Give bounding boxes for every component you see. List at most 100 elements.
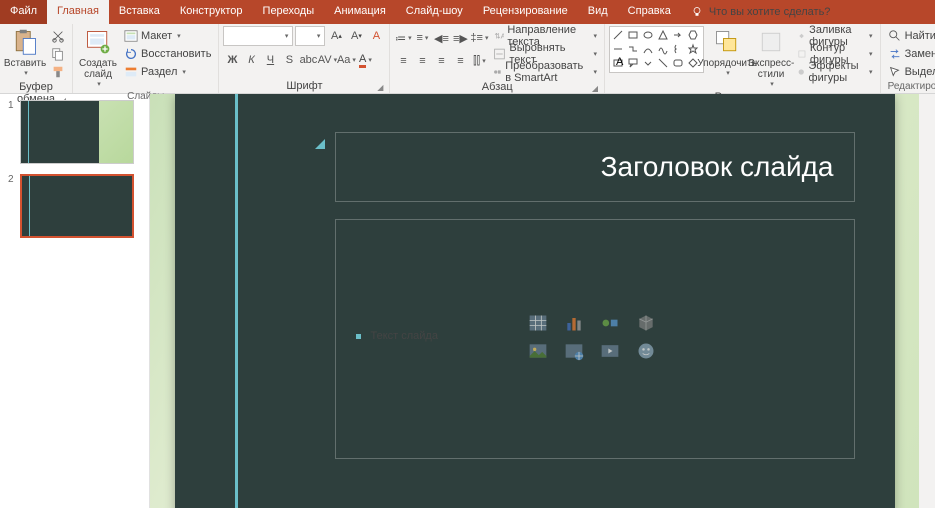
quick-styles-button[interactable]: Экспресс- стили▾ bbox=[750, 26, 792, 90]
slide-thumbnail-2[interactable] bbox=[20, 174, 134, 238]
group-paragraph: ≔▾ ≡▾ ◀≡ ≡▶ ‡≡▾ ≡ ≡ ≡ ≡ ⫿⫿▾ ⇅AНаправлени… bbox=[390, 24, 605, 93]
bold-button[interactable]: Ж bbox=[223, 51, 241, 69]
shadow-button[interactable]: abc bbox=[299, 51, 317, 69]
select-icon bbox=[888, 65, 902, 79]
slide-thumbnail-1[interactable] bbox=[20, 100, 134, 164]
workspace: 1 2 Заголовок слайда Текст слайда bbox=[0, 94, 935, 508]
align-right-button[interactable]: ≡ bbox=[432, 52, 450, 70]
change-case-button[interactable]: Aa▾ bbox=[337, 51, 355, 69]
tab-animations[interactable]: Анимация bbox=[324, 0, 396, 24]
tab-help[interactable]: Справка bbox=[618, 0, 681, 24]
accent-line bbox=[235, 94, 238, 508]
columns-button[interactable]: ⫿⫿▾ bbox=[470, 52, 488, 70]
justify-button[interactable]: ≡ bbox=[451, 52, 469, 70]
smartart-button[interactable]: Преобразовать в SmartArt▾ bbox=[490, 64, 600, 80]
paste-button[interactable]: Вставить▾ bbox=[4, 26, 46, 79]
section-icon bbox=[124, 65, 138, 79]
clear-format-button[interactable]: A bbox=[367, 27, 385, 45]
title-text: Заголовок слайда bbox=[601, 151, 834, 183]
layout-icon bbox=[124, 29, 138, 43]
reset-icon bbox=[124, 47, 138, 61]
replace-button[interactable]: Заменить▾ bbox=[885, 46, 935, 62]
shape-oval-icon bbox=[642, 29, 654, 41]
dialog-launcher-icon[interactable]: ◢ bbox=[592, 84, 598, 93]
decrease-font-button[interactable]: A▾ bbox=[347, 27, 365, 45]
svg-text:A: A bbox=[616, 57, 624, 68]
font-color-button[interactable]: A▾ bbox=[356, 51, 374, 69]
section-button[interactable]: Раздел▾ bbox=[121, 64, 214, 80]
line-spacing-button[interactable]: ‡≡▾ bbox=[470, 29, 488, 47]
quick-styles-icon bbox=[757, 28, 785, 56]
copy-button[interactable] bbox=[48, 46, 68, 62]
tab-slideshow[interactable]: Слайд-шоу bbox=[396, 0, 473, 24]
paste-icon bbox=[11, 28, 39, 56]
shape-freeform-icon bbox=[657, 43, 669, 55]
char-spacing-button[interactable]: AV▾ bbox=[318, 51, 336, 69]
slide-editor[interactable]: Заголовок слайда Текст слайда bbox=[150, 94, 919, 508]
new-slide-icon bbox=[84, 28, 112, 56]
find-button[interactable]: Найти bbox=[885, 28, 935, 44]
ribbon: Вставить▾ Буфер обмена◢ Создать слайд▾ М… bbox=[0, 24, 935, 94]
arrange-button[interactable]: Упорядочить▾ bbox=[706, 26, 748, 79]
decrease-indent-button[interactable]: ◀≡ bbox=[432, 29, 450, 47]
cut-button[interactable] bbox=[48, 28, 68, 44]
increase-font-button[interactable]: A▴ bbox=[327, 27, 345, 45]
align-text-icon bbox=[493, 47, 506, 61]
content-insert-icons bbox=[527, 313, 663, 365]
insert-picture-icon[interactable] bbox=[527, 341, 549, 361]
group-font: ▾ ▾ A▴ A▾ A Ж К Ч S abc AV▾ Aa▾ A▾ Шрифт… bbox=[219, 24, 390, 93]
shape-more-icon bbox=[642, 57, 654, 69]
replace-icon bbox=[888, 47, 902, 61]
shape-line3-icon bbox=[657, 57, 669, 69]
title-placeholder[interactable]: Заголовок слайда bbox=[335, 132, 855, 202]
group-clipboard: Вставить▾ Буфер обмена◢ bbox=[0, 24, 73, 93]
underline-button[interactable]: Ч bbox=[261, 51, 279, 69]
svg-text:⇅A: ⇅A bbox=[495, 32, 505, 41]
increase-indent-button[interactable]: ≡▶ bbox=[451, 29, 469, 47]
group-slides: Создать слайд▾ Макет▾ Восстановить Разде… bbox=[73, 24, 219, 93]
font-size-combo[interactable]: ▾ bbox=[295, 26, 325, 46]
corner-mark-icon bbox=[315, 139, 325, 149]
effects-icon bbox=[797, 65, 805, 79]
italic-button[interactable]: К bbox=[242, 51, 260, 69]
tell-me-search[interactable]: Что вы хотите сделать? bbox=[691, 0, 831, 24]
select-button[interactable]: Выделить▾ bbox=[885, 64, 935, 80]
tab-insert[interactable]: Вставка bbox=[109, 0, 170, 24]
layout-button[interactable]: Макет▾ bbox=[121, 28, 214, 44]
insert-icon-icon[interactable] bbox=[635, 341, 657, 361]
insert-table-icon[interactable] bbox=[527, 313, 549, 333]
insert-smartart-icon[interactable] bbox=[599, 313, 621, 333]
dialog-launcher-icon[interactable]: ◢ bbox=[377, 83, 383, 92]
insert-online-picture-icon[interactable] bbox=[563, 341, 585, 361]
group-label-paragraph: Абзац◢ bbox=[394, 80, 600, 94]
slide-canvas[interactable]: Заголовок слайда Текст слайда bbox=[175, 94, 895, 508]
strikethrough-button[interactable]: S bbox=[280, 51, 298, 69]
format-painter-button[interactable] bbox=[48, 64, 68, 80]
tab-review[interactable]: Рецензирование bbox=[473, 0, 578, 24]
fill-icon bbox=[797, 29, 806, 43]
group-editing: Найти Заменить▾ Выделить▾ Редактирование bbox=[881, 24, 935, 93]
arrange-icon bbox=[713, 28, 741, 56]
reset-button[interactable]: Восстановить bbox=[121, 46, 214, 62]
font-name-combo[interactable]: ▾ bbox=[223, 26, 293, 46]
cut-icon bbox=[51, 29, 65, 43]
align-center-button[interactable]: ≡ bbox=[413, 52, 431, 70]
shape-effects-button[interactable]: Эффекты фигуры▾ bbox=[794, 64, 876, 80]
new-slide-button[interactable]: Создать слайд▾ bbox=[77, 26, 119, 90]
content-placeholder[interactable]: Текст слайда bbox=[335, 219, 855, 459]
insert-chart-icon[interactable] bbox=[563, 313, 585, 333]
insert-video-icon[interactable] bbox=[599, 341, 621, 361]
insert-3d-icon[interactable] bbox=[635, 313, 657, 333]
tab-transitions[interactable]: Переходы bbox=[253, 0, 325, 24]
tab-view[interactable]: Вид bbox=[578, 0, 618, 24]
vertical-scrollbar[interactable] bbox=[919, 94, 935, 508]
align-left-button[interactable]: ≡ bbox=[394, 52, 412, 70]
thumb-number: 1 bbox=[8, 100, 16, 164]
tab-file[interactable]: Файл bbox=[0, 0, 47, 24]
shapes-gallery[interactable]: A bbox=[609, 26, 704, 73]
bullets-button[interactable]: ≔▾ bbox=[394, 29, 412, 47]
tab-home[interactable]: Главная bbox=[47, 0, 109, 24]
numbering-button[interactable]: ≡▾ bbox=[413, 29, 431, 47]
tab-design[interactable]: Конструктор bbox=[170, 0, 253, 24]
shape-triangle-icon bbox=[657, 29, 669, 41]
